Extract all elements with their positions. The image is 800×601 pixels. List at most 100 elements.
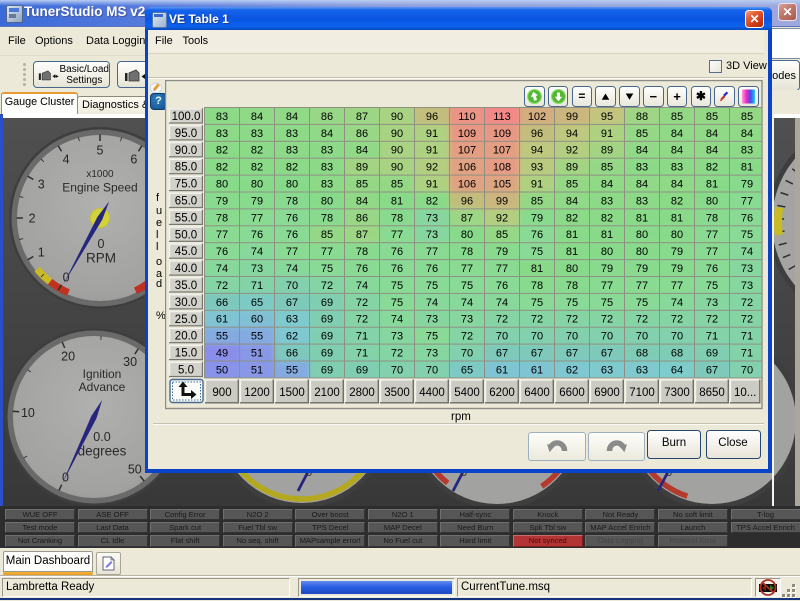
svg-text:76: 76 — [215, 246, 227, 258]
svg-text:84: 84 — [250, 111, 262, 123]
svg-text:61: 61 — [495, 364, 507, 376]
svg-text:79: 79 — [495, 246, 507, 258]
svg-text:69: 69 — [320, 297, 332, 309]
svg-text:82: 82 — [670, 195, 682, 207]
svg-text:89: 89 — [355, 162, 367, 174]
svg-text:49: 49 — [215, 348, 227, 360]
svg-text:75: 75 — [460, 280, 472, 292]
svg-text:82: 82 — [425, 195, 437, 207]
svg-text:76: 76 — [705, 263, 717, 275]
svg-text:83: 83 — [285, 128, 297, 140]
svg-text:78: 78 — [705, 212, 717, 224]
svg-text:3500: 3500 — [384, 387, 410, 399]
svg-text:70: 70 — [425, 364, 437, 376]
svg-text:0: 0 — [98, 237, 105, 251]
svg-text:72: 72 — [600, 314, 612, 326]
svg-text:degrees: degrees — [78, 444, 127, 459]
svg-text:109: 109 — [457, 128, 475, 140]
svg-text:4: 4 — [63, 153, 70, 167]
svg-text:78: 78 — [320, 212, 332, 224]
svg-text:80: 80 — [705, 195, 717, 207]
svg-text:76: 76 — [250, 229, 262, 241]
svg-text:55.0: 55.0 — [174, 212, 196, 224]
svg-text:63: 63 — [600, 364, 612, 376]
svg-text:79: 79 — [670, 263, 682, 275]
svg-text:45.0: 45.0 — [174, 246, 196, 258]
svg-text:70: 70 — [740, 364, 752, 376]
svg-text:80: 80 — [600, 246, 612, 258]
svg-text:108: 108 — [492, 162, 510, 174]
svg-text:72: 72 — [390, 348, 402, 360]
svg-text:69: 69 — [320, 364, 332, 376]
svg-text:65: 65 — [250, 297, 262, 309]
svg-text:73: 73 — [740, 263, 752, 275]
svg-text:78: 78 — [215, 212, 227, 224]
svg-text:2800: 2800 — [349, 387, 375, 399]
svg-text:68: 68 — [670, 348, 682, 360]
svg-text:79: 79 — [530, 212, 542, 224]
svg-text:72: 72 — [670, 314, 682, 326]
svg-text:71: 71 — [250, 280, 262, 292]
svg-text:6400: 6400 — [524, 387, 550, 399]
svg-text:79: 79 — [670, 246, 682, 258]
svg-text:106: 106 — [457, 179, 475, 191]
svg-text:86: 86 — [355, 212, 367, 224]
svg-text:84: 84 — [670, 128, 682, 140]
svg-text:78: 78 — [530, 280, 542, 292]
svg-text:x1000: x1000 — [86, 169, 114, 180]
svg-text:50.0: 50.0 — [174, 229, 196, 241]
svg-text:90: 90 — [390, 162, 402, 174]
svg-text:87: 87 — [460, 212, 472, 224]
svg-text:82: 82 — [600, 212, 612, 224]
svg-text:77: 77 — [460, 263, 472, 275]
svg-text:81: 81 — [670, 212, 682, 224]
svg-text:0.0: 0.0 — [93, 430, 110, 444]
svg-text:77: 77 — [740, 195, 752, 207]
svg-text:84: 84 — [600, 179, 612, 191]
svg-text:0: 0 — [63, 270, 70, 284]
svg-text:70: 70 — [495, 331, 507, 343]
svg-text:77: 77 — [320, 246, 332, 258]
svg-text:80: 80 — [285, 179, 297, 191]
svg-text:10...: 10... — [734, 387, 756, 399]
svg-text:80: 80 — [635, 229, 647, 241]
svg-text:5.0: 5.0 — [178, 365, 194, 377]
svg-text:74: 74 — [425, 297, 437, 309]
svg-text:84: 84 — [285, 111, 297, 123]
svg-text:90: 90 — [390, 128, 402, 140]
svg-text:83: 83 — [215, 128, 227, 140]
svg-text:87: 87 — [355, 111, 367, 123]
svg-text:73: 73 — [425, 348, 437, 360]
svg-text:64: 64 — [670, 364, 682, 376]
svg-text:95.0: 95.0 — [174, 128, 196, 140]
svg-text:40.0: 40.0 — [174, 263, 196, 275]
svg-text:6: 6 — [130, 153, 137, 167]
svg-text:75: 75 — [390, 280, 402, 292]
svg-text:55: 55 — [250, 331, 262, 343]
svg-text:80: 80 — [320, 195, 332, 207]
svg-text:74: 74 — [740, 246, 752, 258]
svg-text:62: 62 — [285, 331, 297, 343]
svg-text:75: 75 — [740, 229, 752, 241]
svg-text:76: 76 — [425, 263, 437, 275]
svg-text:79: 79 — [635, 263, 647, 275]
svg-text:84: 84 — [740, 128, 752, 140]
svg-text:82: 82 — [285, 162, 297, 174]
svg-text:8650: 8650 — [699, 387, 725, 399]
svg-text:106: 106 — [457, 162, 475, 174]
svg-text:72: 72 — [740, 314, 752, 326]
svg-text:76: 76 — [740, 212, 752, 224]
svg-text:85: 85 — [635, 128, 647, 140]
svg-text:5: 5 — [97, 144, 104, 158]
svg-text:71: 71 — [705, 331, 717, 343]
svg-text:69: 69 — [320, 314, 332, 326]
svg-text:80: 80 — [565, 263, 577, 275]
svg-text:84: 84 — [565, 195, 577, 207]
svg-text:85: 85 — [530, 195, 542, 207]
svg-text:73: 73 — [425, 212, 437, 224]
svg-text:55: 55 — [215, 331, 227, 343]
svg-text:71: 71 — [740, 348, 752, 360]
svg-text:76: 76 — [285, 212, 297, 224]
svg-text:74: 74 — [250, 246, 262, 258]
svg-text:77: 77 — [250, 212, 262, 224]
